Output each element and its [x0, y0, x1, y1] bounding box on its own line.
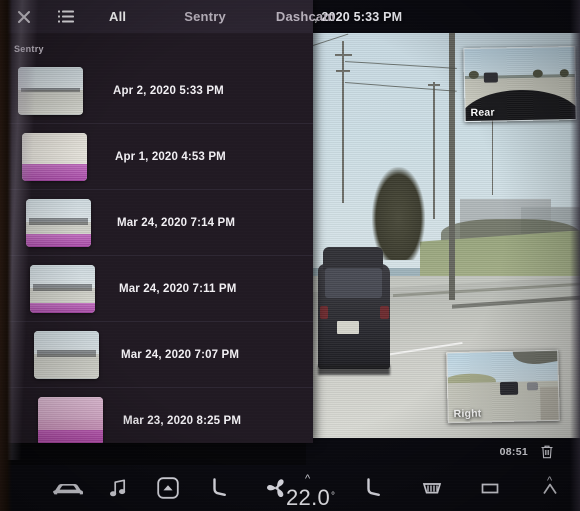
clip-list-drawer: All Sentry Dashcam Sentry Apr 2, 2020 5:… — [0, 0, 335, 443]
roadside-tree — [371, 166, 426, 260]
degree-symbol: ° — [331, 491, 336, 502]
list-menu-icon[interactable] — [53, 4, 79, 30]
car-body-edge — [540, 386, 560, 423]
tesla-touchscreen: , 2020 5:33 PM Rear Right 08:51 All Sent… — [0, 0, 580, 511]
vehicle-ahead — [318, 247, 391, 376]
clip-thumbnail — [34, 330, 99, 379]
clip-timestamp: Apr 2, 2020 5:33 PM — [113, 84, 224, 97]
list-item[interactable]: Apr 1, 2020 4:53 PM — [0, 124, 313, 190]
right-vehicle-2 — [527, 382, 539, 391]
main-camera-view[interactable]: Rear Right — [313, 33, 580, 438]
clip-thumbnail — [38, 396, 103, 443]
clip-thumbnail — [22, 132, 87, 181]
playback-controls: 08:51 — [306, 438, 580, 465]
clip-thumbnail — [18, 66, 83, 115]
tesla-taskbar: ^ 22.0 ° ^ — [0, 465, 580, 511]
tab-sentry[interactable]: Sentry — [180, 9, 230, 24]
clip-timestamp: Mar 24, 2020 7:14 PM — [117, 216, 236, 229]
camera-label-rear: Rear — [470, 106, 495, 119]
utility-pole-left — [335, 41, 353, 204]
playback-timestamp: 08:51 — [499, 445, 528, 458]
video-viewer-panel: , 2020 5:33 PM Rear Right 08:51 — [306, 0, 580, 465]
filter-tabs: All Sentry Dashcam — [79, 9, 339, 24]
seat-heater-icon[interactable] — [530, 465, 570, 511]
music-note-icon[interactable] — [96, 465, 140, 511]
camera-inset-right[interactable]: Right — [446, 349, 560, 424]
list-item[interactable]: Mar 24, 2020 7:11 PM — [0, 256, 313, 322]
viewer-title: , 2020 5:33 PM — [314, 9, 403, 24]
list-item[interactable]: Apr 2, 2020 5:33 PM — [0, 58, 313, 124]
seat-heater-icon[interactable] — [196, 465, 240, 511]
rear-vehicle — [483, 72, 498, 83]
list-item[interactable]: Mar 24, 2020 7:14 PM — [0, 190, 313, 256]
rear-defrost-icon[interactable] — [410, 465, 454, 511]
drawer-toolbar: All Sentry Dashcam — [0, 0, 335, 33]
volume-up-icon[interactable] — [146, 465, 190, 511]
seat-heater-icon[interactable] — [350, 465, 394, 511]
clip-thumbnail — [26, 198, 91, 247]
clip-timestamp: Mar 23, 2020 8:25 PM — [123, 414, 242, 427]
street-light — [491, 114, 494, 195]
temperature-display[interactable]: 22.0 ° — [286, 465, 335, 511]
camera-label-right: Right — [453, 407, 482, 421]
close-icon[interactable] — [11, 4, 37, 30]
front-defrost-icon[interactable] — [468, 465, 512, 511]
tab-dashcam[interactable]: Dashcam — [272, 9, 339, 24]
clip-list[interactable]: Apr 2, 2020 5:33 PM Apr 1, 2020 4:53 PM … — [0, 58, 313, 443]
right-vehicle — [499, 382, 519, 396]
clip-timestamp: Mar 24, 2020 7:11 PM — [119, 282, 237, 295]
clip-thumbnail — [30, 264, 95, 313]
clip-timestamp: Apr 1, 2020 4:53 PM — [115, 150, 226, 163]
utility-pole-near — [449, 33, 456, 301]
utility-pole-mid — [428, 81, 441, 220]
list-item[interactable]: Mar 23, 2020 8:25 PM — [0, 388, 313, 443]
tab-all[interactable]: All — [105, 9, 130, 24]
list-item[interactable]: Mar 24, 2020 7:07 PM — [0, 322, 313, 388]
temperature-value: 22.0 — [286, 485, 331, 510]
section-header: Sentry — [14, 44, 44, 54]
clip-timestamp: Mar 24, 2020 7:07 PM — [121, 348, 240, 361]
car-icon[interactable] — [46, 465, 90, 511]
camera-inset-rear[interactable]: Rear — [463, 45, 577, 123]
trash-icon[interactable] — [540, 444, 554, 459]
